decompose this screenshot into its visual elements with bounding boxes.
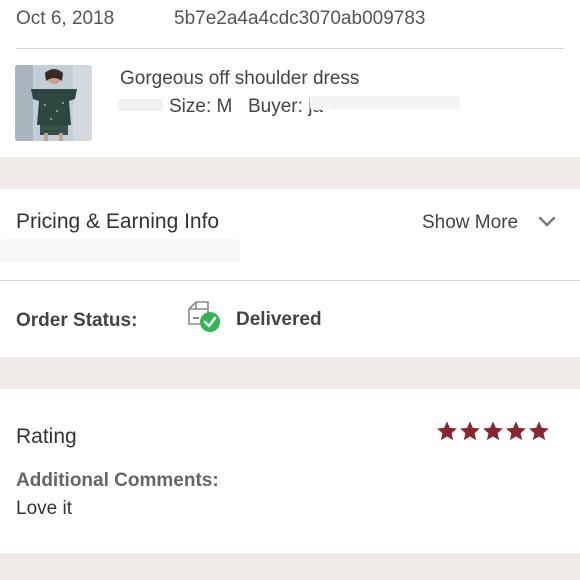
pricing-section[interactable]: Pricing & Earning Info Show More — [0, 189, 580, 280]
item-row[interactable]: Gorgeous off shoulder dress Size: M Buye… — [0, 49, 580, 157]
additional-comments-label: Additional Comments: — [16, 470, 219, 491]
star-icon — [529, 421, 549, 441]
order-status-label: Order Status: — [16, 310, 138, 331]
redaction-smear — [118, 99, 163, 111]
item-title: Gorgeous off shoulder dress — [120, 68, 360, 89]
order-status-value: Delivered — [236, 309, 322, 330]
show-more-link[interactable]: Show More — [422, 213, 518, 232]
item-thumbnail[interactable] — [15, 65, 92, 141]
rating-heading: Rating — [16, 425, 77, 448]
comment-text: Love it — [16, 498, 72, 519]
star-icon — [483, 421, 503, 441]
pricing-heading: Pricing & Earning Info — [16, 210, 220, 233]
redaction-smear — [325, 107, 330, 145]
package-delivered-icon — [186, 300, 222, 334]
dress-photo-icon — [15, 65, 92, 141]
section-separator — [0, 357, 580, 389]
redaction-smear — [0, 239, 240, 263]
star-icon — [460, 421, 480, 441]
star-icon — [506, 421, 526, 441]
order-id: 5b7e2a4a4cdc3070ab009783 — [174, 8, 426, 29]
chevron-down-icon[interactable] — [538, 215, 556, 227]
order-date: Oct 6, 2018 — [16, 8, 115, 29]
redaction-smear — [310, 96, 460, 110]
section-separator — [0, 157, 580, 189]
item-size: Size: M — [169, 96, 233, 117]
order-status-row: Order Status: Delivered — [0, 281, 580, 357]
section-separator — [0, 553, 580, 580]
rating-section: Rating Additional Comments: Love it — [0, 389, 580, 553]
star-icon — [437, 421, 457, 441]
